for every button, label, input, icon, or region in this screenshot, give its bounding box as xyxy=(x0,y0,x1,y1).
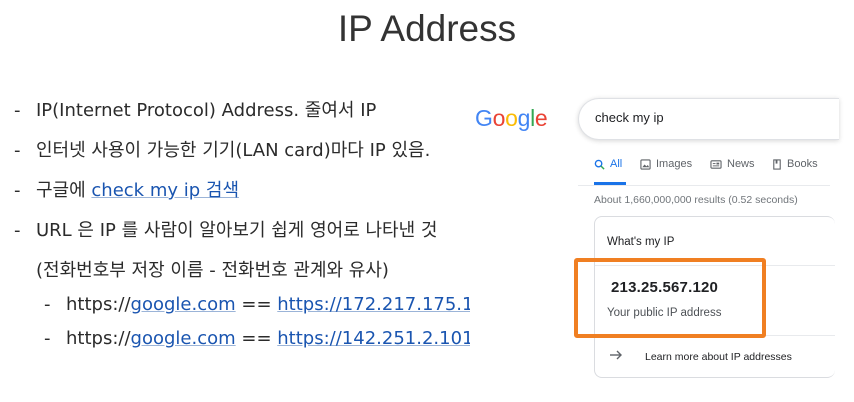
check-my-ip-link[interactable]: check my ip 검색 xyxy=(91,180,239,201)
results-count: About 1,660,000,000 results (0.52 second… xyxy=(594,194,798,206)
equals-text: == xyxy=(235,294,278,315)
logo-letter: G xyxy=(475,105,493,131)
equals-text: == xyxy=(235,328,278,349)
logo-letter: g xyxy=(517,105,531,131)
bullet-item: - URL 은 IP 를 사람이 알아보기 쉽게 영어로 나타낸 것 xyxy=(14,216,437,242)
learn-more-link[interactable]: Learn more about IP addresses xyxy=(645,351,792,363)
news-icon xyxy=(710,159,722,169)
search-tabs: All Images News Books xyxy=(594,158,834,182)
google-search-screenshot: Google check my ip All Images News Books… xyxy=(470,92,839,382)
sub-bullet-item: - https://google.com == https://142.251.2… xyxy=(44,328,473,349)
tab-news[interactable]: News xyxy=(710,158,755,170)
tab-label: All xyxy=(610,158,623,170)
url-prefix: https:// xyxy=(66,328,131,349)
tab-images[interactable]: Images xyxy=(640,158,692,170)
logo-letter: o xyxy=(492,105,506,131)
bullet-item: - 구글에 check my ip 검색 xyxy=(14,176,239,202)
url-prefix: https:// xyxy=(66,294,131,315)
arrow-right-icon xyxy=(610,350,622,360)
slide-title: IP Address xyxy=(337,8,517,49)
bullet-item: - IP(Internet Protocol) Address. 줄여서 IP xyxy=(14,96,376,122)
tab-label: Books xyxy=(787,158,818,170)
ip-link[interactable]: https://172.217.175.14 xyxy=(277,294,485,315)
bullet-dash: - xyxy=(44,328,51,349)
search-query: check my ip xyxy=(595,110,664,125)
bullet-text: 구글에 xyxy=(36,180,92,201)
logo-letter: e xyxy=(534,105,548,131)
bullet-dash: - xyxy=(14,140,21,161)
active-tab-indicator xyxy=(594,182,626,185)
image-icon xyxy=(640,158,651,170)
book-icon xyxy=(773,158,781,170)
bullet-continuation: (전화번호부 저장 이름 - 전화번호 관계와 유사) xyxy=(36,260,389,281)
search-icon xyxy=(594,159,605,170)
sub-bullet-item: - https://google.com == https://172.217.1… xyxy=(44,294,485,315)
bullet-dash: - xyxy=(44,294,51,315)
bullet-dash: - xyxy=(14,180,21,201)
ip-link[interactable]: https://142.251.2.101 xyxy=(277,328,473,349)
tab-label: News xyxy=(727,158,755,170)
google-com-link[interactable]: google.com xyxy=(131,294,236,315)
tab-books[interactable]: Books xyxy=(772,158,818,170)
tabs-divider xyxy=(578,185,830,186)
bullet-dash: - xyxy=(14,220,21,241)
google-com-link[interactable]: google.com xyxy=(131,328,236,349)
bullet-dash: - xyxy=(14,100,21,121)
logo-letter: o xyxy=(505,105,518,131)
bullet-text: IP(Internet Protocol) Address. 줄여서 IP xyxy=(36,100,377,121)
bullet-text: URL 은 IP 를 사람이 알아보기 쉽게 영어로 나타낸 것 xyxy=(36,220,438,241)
tab-label: Images xyxy=(656,158,693,170)
tab-all[interactable]: All xyxy=(594,158,622,170)
ip-highlight-box xyxy=(574,258,766,338)
bullet-item: - 인터넷 사용이 가능한 기기(LAN card)마다 IP 있음. xyxy=(14,136,430,162)
bullet-text: 인터넷 사용이 가능한 기기(LAN card)마다 IP 있음. xyxy=(36,140,431,161)
google-logo[interactable]: Google xyxy=(475,105,548,132)
card-title: What's my IP xyxy=(607,236,675,248)
search-input[interactable]: check my ip xyxy=(578,98,839,140)
